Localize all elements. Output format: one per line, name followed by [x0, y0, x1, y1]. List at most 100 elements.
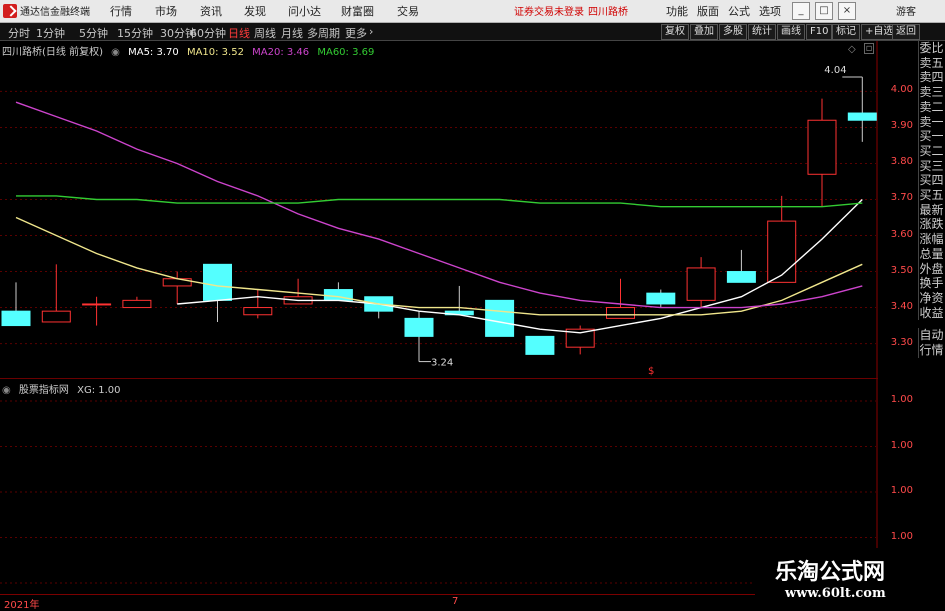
side-item-14[interactable]: 总量 — [918, 246, 944, 262]
candle[interactable] — [1, 282, 31, 327]
candle[interactable] — [807, 98, 837, 207]
period-tab-daily[interactable]: 日线 — [228, 25, 250, 41]
candle-body-up — [606, 307, 635, 319]
side-item-1[interactable]: 卖五 — [918, 55, 944, 71]
dollar-marker-icon: $ — [648, 366, 654, 377]
candle[interactable] — [525, 335, 555, 355]
menu-item-function[interactable]: 功能 — [666, 3, 688, 19]
candlestick-chart[interactable]: 4.04 3.24 $ — [0, 41, 878, 378]
indicator-settings-icon[interactable]: ◉ — [2, 385, 11, 396]
login-status[interactable]: 证券交易未登录 — [514, 3, 584, 18]
candle[interactable] — [243, 289, 273, 319]
diamond-icon[interactable]: ◇ — [848, 44, 856, 55]
period-tab-15min[interactable]: 15分钟 — [117, 25, 153, 41]
guest-label[interactable]: 游客 — [896, 3, 916, 18]
menu-item-trade[interactable]: 交易 — [397, 3, 419, 19]
period-tab-multi[interactable]: 多周期 — [307, 25, 340, 41]
candle[interactable] — [646, 289, 676, 308]
close-icon[interactable]: × — [838, 2, 856, 20]
side-item-5[interactable]: 卖一 — [918, 114, 944, 130]
adjust-price-button[interactable]: 复权 — [661, 24, 689, 40]
candle[interactable] — [444, 285, 474, 316]
watermark-title: 乐淘公式网 — [775, 559, 886, 585]
side-item-8[interactable]: 买三 — [918, 158, 944, 174]
settings-gear-icon[interactable]: ◉ — [111, 47, 120, 58]
candle[interactable] — [82, 296, 112, 326]
watermark-url: www.60lt.com — [785, 586, 886, 601]
app-logo-icon — [3, 4, 17, 18]
menu-item-options[interactable]: 选项 — [759, 3, 781, 19]
indicator-tick-label: 1.00 — [890, 530, 913, 542]
menu-item-discover[interactable]: 发现 — [244, 3, 266, 19]
side-item-15[interactable]: 外盘 — [918, 261, 944, 277]
side-item-11[interactable]: 最新 — [918, 202, 944, 218]
multi-stock-button[interactable]: 多股 — [719, 24, 747, 40]
menu-item-quotes[interactable]: 行情 — [110, 3, 132, 19]
side-item-17[interactable]: 净资 — [918, 290, 944, 306]
period-tab-more[interactable]: 更多 — [345, 25, 367, 41]
period-tab-60min[interactable]: 60分钟 — [190, 25, 226, 41]
maximize-icon[interactable]: □ — [815, 2, 833, 20]
side-item-3[interactable]: 卖三 — [918, 85, 944, 100]
candle[interactable] — [41, 264, 71, 323]
more-chevron-icon[interactable]: › — [369, 25, 373, 38]
side-item-10[interactable]: 买五 — [918, 188, 944, 203]
quote-side-panel: 委比 卖五 卖四 卖三 卖二 卖一 买一 买二 买三 买四 买五 最新 涨跌 涨幅 总量 外盘 换手 净资 收益自动… — [918, 41, 945, 594]
minimize-icon[interactable]: _ — [792, 2, 810, 20]
candle[interactable] — [364, 296, 394, 319]
side-item-0[interactable]: 委比 — [918, 41, 944, 56]
candle-body-down — [485, 299, 515, 337]
side-item-7[interactable]: 买二 — [918, 143, 944, 159]
menu-item-layout[interactable]: 版面 — [697, 3, 719, 19]
menu-item-formula[interactable]: 公式 — [728, 3, 750, 19]
candle-body-up — [243, 307, 273, 316]
indicator-panel[interactable]: ◉ 股票指标网 XG: 1.00 1.001.001.001.001.00 — [0, 379, 913, 594]
menu-item-news[interactable]: 资讯 — [200, 3, 222, 19]
period-tab-1min[interactable]: 1分钟 — [36, 25, 65, 41]
side-item-6[interactable]: 买一 — [918, 129, 944, 144]
overlay-button[interactable]: 叠加 — [690, 24, 718, 40]
main-chart-panel[interactable]: 4.04 3.24 $ 四川路桥(日线 前复权) ◉ MA5: 3.70 MA10:… — [0, 41, 913, 379]
candle[interactable] — [726, 249, 756, 283]
candle[interactable] — [485, 299, 515, 337]
ma5-label: MA5: 3.70 — [128, 47, 179, 58]
indicator-chart[interactable] — [0, 379, 878, 594]
ma-line-ma60 — [16, 195, 863, 208]
menu-item-wealth[interactable]: 财富圈 — [341, 3, 374, 19]
candle[interactable] — [686, 257, 716, 308]
side-item-18[interactable]: 收益 — [918, 305, 944, 321]
period-tab-monthly[interactable]: 月线 — [281, 25, 303, 41]
period-tab-5min[interactable]: 5分钟 — [79, 25, 108, 41]
candle[interactable] — [122, 296, 152, 309]
side-item-2[interactable]: 卖四 — [918, 70, 944, 86]
side-item-13[interactable]: 涨幅 — [918, 232, 944, 247]
candle[interactable] — [404, 311, 434, 362]
candle[interactable] — [606, 278, 635, 319]
back-button[interactable]: 返回 — [892, 24, 920, 40]
panel-toggle-icon[interactable]: ▫ — [864, 43, 874, 54]
menu-item-market[interactable]: 市场 — [155, 3, 177, 19]
side-item-16[interactable]: 换手 — [918, 276, 944, 291]
statistics-button[interactable]: 统计 — [748, 24, 776, 40]
candle-body-down — [726, 271, 756, 283]
side-item-12[interactable]: 涨跌 — [918, 217, 944, 233]
f10-button[interactable]: F10 — [806, 24, 833, 40]
draw-line-button[interactable]: 画线 — [777, 24, 805, 40]
ma20-label: MA20: 3.46 — [252, 47, 310, 58]
indicator-tick-label: 1.00 — [890, 485, 913, 496]
side-item-20[interactable]: 行情 — [918, 343, 944, 358]
mark-button[interactable]: 标记 — [832, 24, 860, 40]
side-item-9[interactable]: 买四 — [918, 173, 944, 189]
candle[interactable] — [203, 263, 232, 322]
period-tab-weekly[interactable]: 周线 — [254, 25, 276, 41]
candle[interactable] — [767, 195, 797, 283]
side-item-19[interactable]: 自动 — [918, 328, 944, 344]
side-item-4[interactable]: 卖二 — [918, 99, 944, 115]
price-tick-label: 3.30 — [890, 336, 913, 348]
period-tab-timeshare[interactable]: 分时 — [8, 25, 30, 41]
price-tick-label: 3.80 — [890, 156, 913, 168]
candle[interactable] — [323, 282, 353, 301]
candle[interactable] — [565, 325, 595, 355]
menu-item-ask[interactable]: 问小达 — [288, 3, 321, 19]
watermark: 乐淘公式网 www.60lt.com — [755, 548, 945, 608]
